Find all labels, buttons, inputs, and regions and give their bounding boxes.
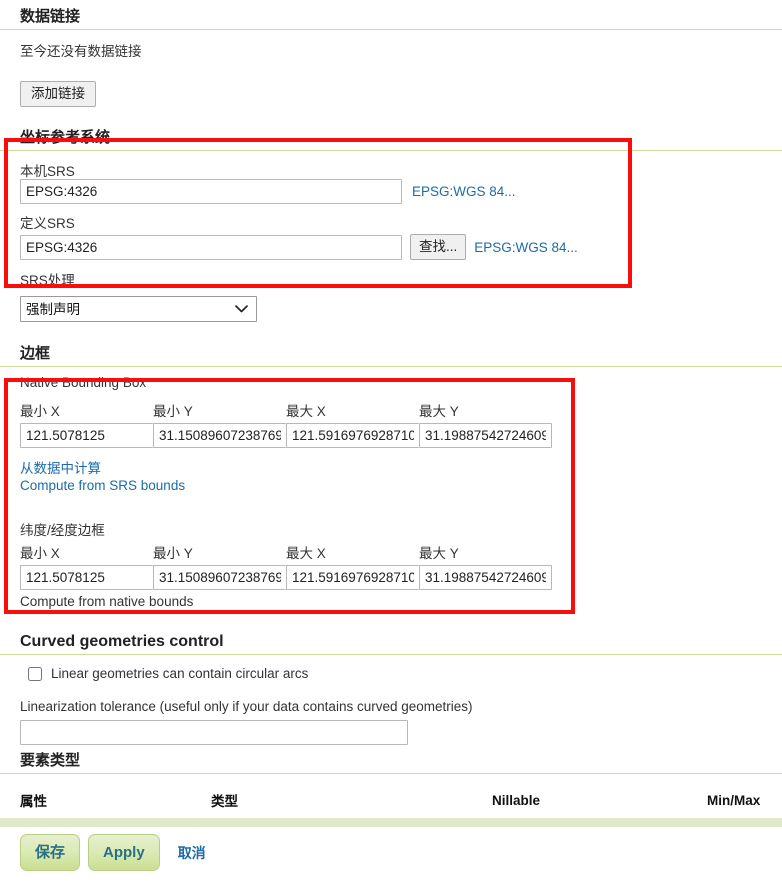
- srs-heading: 坐标参考系统: [0, 129, 782, 151]
- srs-handling-select[interactable]: 强制声明: [20, 296, 257, 322]
- compute-from-data-link[interactable]: 从数据中计算: [20, 461, 101, 476]
- native-bbox-maxx-col: 最大 X: [286, 400, 419, 448]
- latlon-bbox-maxx-col: 最大 X: [286, 542, 419, 590]
- latlon-bbox-maxy-col: 最大 Y: [419, 542, 552, 590]
- native-bbox-miny-label: 最小 Y: [153, 404, 193, 419]
- native-bbox-minx-input[interactable]: [20, 423, 153, 448]
- native-srs-input[interactable]: [20, 179, 402, 204]
- table-accent-band: [0, 818, 782, 827]
- declared-srs-label: 定义SRS: [20, 216, 75, 231]
- srs-handling-select-wrap: 强制声明: [20, 296, 257, 322]
- latlon-bbox-maxy-input[interactable]: [419, 565, 552, 590]
- circular-arcs-label: Linear geometries can contain circular a…: [51, 666, 309, 681]
- latlon-bbox-minx-input[interactable]: [20, 565, 153, 590]
- native-bbox-maxy-input[interactable]: [419, 423, 552, 448]
- latlon-bbox-title-row: 纬度/经度边框: [0, 519, 782, 539]
- latlon-bbox-title: 纬度/经度边框: [20, 523, 105, 538]
- feature-type-table: 属性 类型 Nillable Min/Max: [0, 784, 782, 827]
- add-link-row: 添加链接: [0, 81, 782, 107]
- compute-from-native-bounds-link[interactable]: Compute from native bounds: [20, 594, 193, 609]
- find-srs-button[interactable]: 查找...: [410, 234, 467, 260]
- latlon-bbox-minx-label: 最小 X: [20, 546, 60, 561]
- feature-type-section: 要素类型: [0, 752, 782, 774]
- add-link-button[interactable]: 添加链接: [20, 81, 96, 107]
- latlon-bbox-maxx-label: 最大 X: [286, 546, 326, 561]
- apply-button[interactable]: Apply: [88, 834, 160, 871]
- circular-arcs-row: Linear geometries can contain circular a…: [0, 666, 782, 681]
- native-bbox-maxy-label: 最大 Y: [419, 404, 459, 419]
- feature-type-table-wrap: 属性 类型 Nillable Min/Max: [0, 784, 782, 827]
- linearization-tolerance-label: Linearization tolerance (useful only if …: [20, 699, 473, 714]
- data-links-section: 数据链接: [0, 8, 782, 30]
- declared-srs-row: 查找... EPSG:WGS 84...: [0, 234, 782, 260]
- native-bbox-maxy-col: 最大 Y: [419, 400, 552, 448]
- compute-from-srs-bounds-link[interactable]: Compute from SRS bounds: [20, 478, 185, 493]
- native-srs-description-link[interactable]: EPSG:WGS 84...: [412, 184, 516, 199]
- latlon-bbox-maxy-label: 最大 Y: [419, 546, 459, 561]
- curved-geometries-heading: Curved geometries control: [0, 633, 782, 655]
- srs-section: 坐标参考系统: [0, 129, 782, 151]
- native-srs-label: 本机SRS: [20, 164, 75, 179]
- data-links-empty-message-row: 至今还没有数据链接: [0, 40, 782, 60]
- compute-from-srs-row: Compute from SRS bounds: [0, 478, 782, 493]
- compute-from-native-row: Compute from native bounds: [0, 594, 782, 609]
- data-links-heading: 数据链接: [0, 8, 782, 30]
- save-button[interactable]: 保存: [20, 834, 81, 871]
- cancel-link[interactable]: 取消: [178, 843, 206, 863]
- data-links-empty-message: 至今还没有数据链接: [20, 44, 142, 59]
- native-srs-label-row: 本机SRS: [0, 160, 782, 180]
- feature-type-header-row: 属性 类型 Nillable Min/Max: [0, 784, 782, 818]
- column-header-attribute[interactable]: 属性: [0, 784, 211, 818]
- native-bbox-title-row: Native Bounding Box: [0, 375, 782, 390]
- feature-type-heading: 要素类型: [0, 752, 782, 774]
- latlon-bbox-miny-label: 最小 Y: [153, 546, 193, 561]
- declared-srs-description-link[interactable]: EPSG:WGS 84...: [474, 240, 578, 255]
- latlon-bbox-minx-col: 最小 X: [20, 542, 153, 590]
- native-bbox-title: Native Bounding Box: [20, 375, 147, 390]
- table-accent-band-cell: [0, 818, 782, 827]
- column-header-type[interactable]: 类型: [211, 784, 492, 818]
- latlon-bbox-maxx-input[interactable]: [286, 565, 419, 590]
- latlon-bbox-miny-col: 最小 Y: [153, 542, 286, 590]
- srs-handling-label-row: SRS处理: [0, 269, 782, 289]
- latlon-bbox-fields: 最小 X 最小 Y 最大 X 最大 Y: [0, 542, 782, 590]
- native-bbox-maxx-label: 最大 X: [286, 404, 326, 419]
- curved-geometries-section: Curved geometries control: [0, 633, 782, 655]
- native-bbox-minx-col: 最小 X: [20, 400, 153, 448]
- native-bbox-minx-label: 最小 X: [20, 404, 60, 419]
- settings-page: 数据链接 至今还没有数据链接 添加链接 坐标参考系统 本机SRS EPSG:WG…: [0, 0, 782, 883]
- linearization-tolerance-row: [0, 720, 782, 745]
- linearization-tolerance-label-row: Linearization tolerance (useful only if …: [0, 699, 782, 714]
- latlon-bbox-miny-input[interactable]: [153, 565, 286, 590]
- circular-arcs-checkbox[interactable]: [28, 666, 42, 681]
- native-bbox-miny-col: 最小 Y: [153, 400, 286, 448]
- srs-handling-row: 强制声明: [0, 296, 782, 322]
- declared-srs-label-row: 定义SRS: [0, 212, 782, 232]
- native-bbox-maxx-input[interactable]: [286, 423, 419, 448]
- column-header-nillable[interactable]: Nillable: [492, 784, 707, 818]
- bbox-heading: 边框: [0, 345, 782, 367]
- declared-srs-input[interactable]: [20, 234, 402, 260]
- compute-from-data-row: 从数据中计算: [0, 457, 782, 477]
- column-header-minmax[interactable]: Min/Max: [707, 784, 782, 818]
- linearization-tolerance-input[interactable]: [20, 720, 408, 745]
- bbox-section: 边框: [0, 345, 782, 367]
- native-srs-row: EPSG:WGS 84...: [0, 179, 782, 204]
- native-bbox-fields: 最小 X 最小 Y 最大 X 最大 Y: [0, 400, 782, 448]
- srs-handling-label: SRS处理: [20, 273, 75, 288]
- footer-actions: 保存 Apply 取消: [0, 834, 782, 871]
- native-bbox-miny-input[interactable]: [153, 423, 286, 448]
